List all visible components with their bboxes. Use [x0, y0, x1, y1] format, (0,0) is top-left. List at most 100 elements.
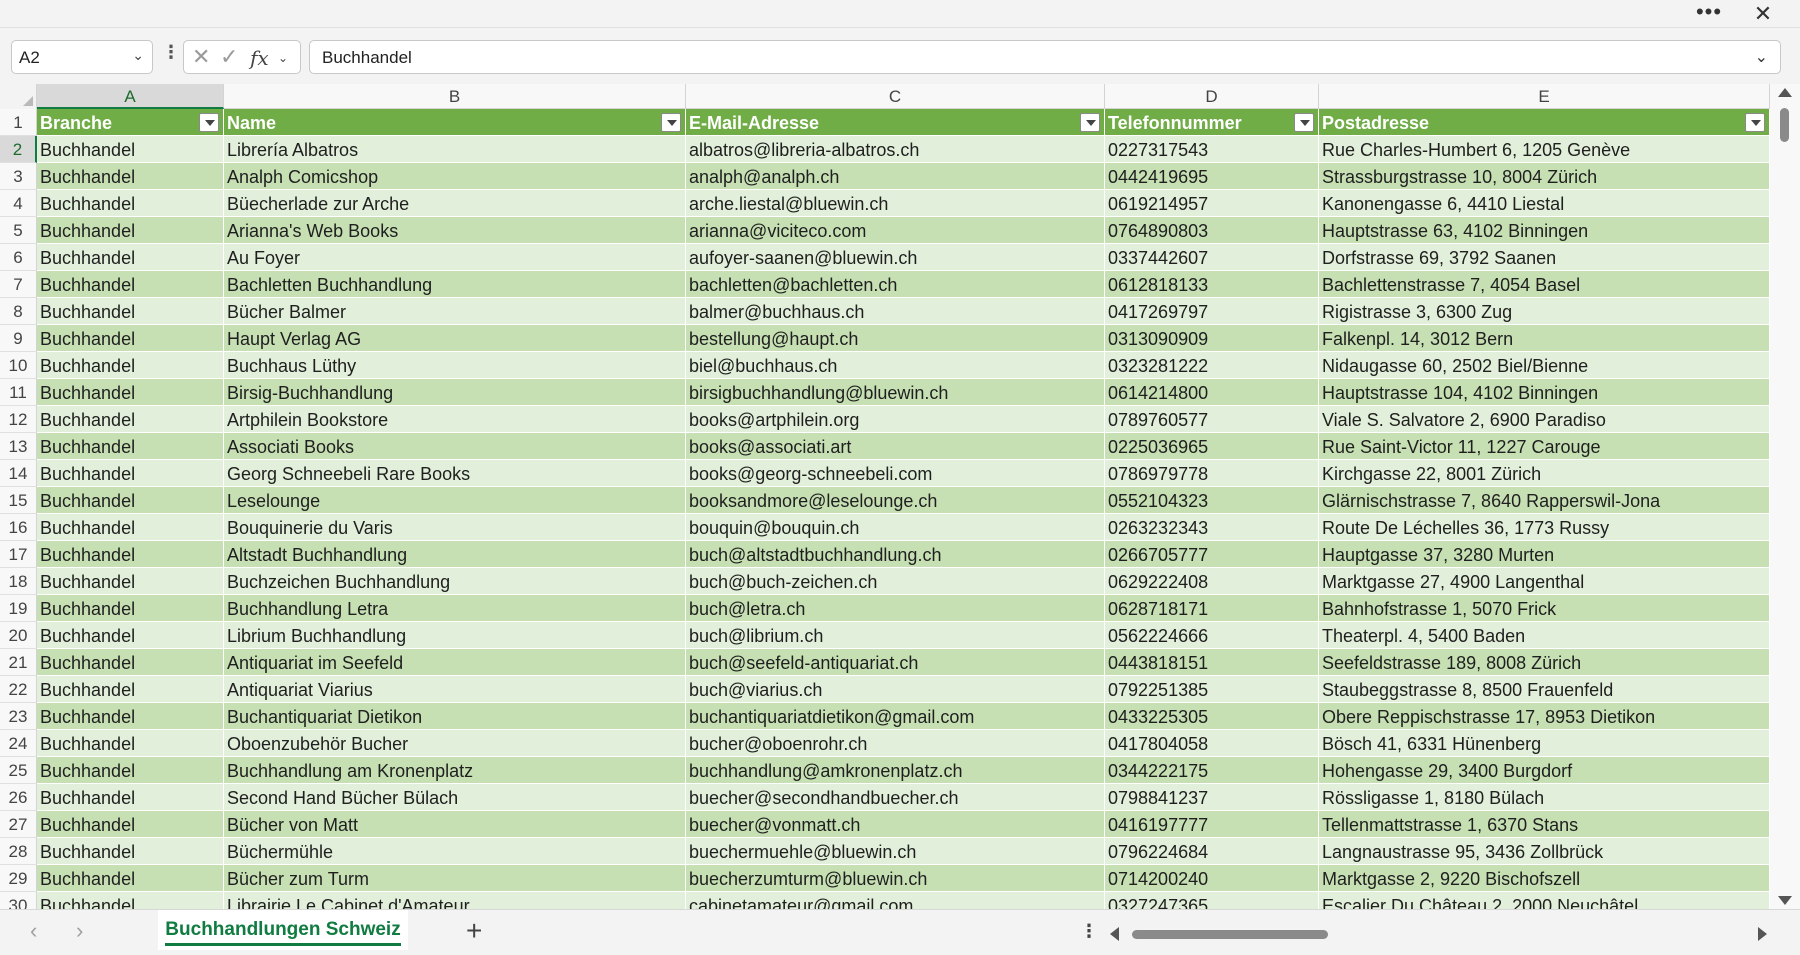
table-cell[interactable]: Rigistrasse 3, 6300 Zug [1319, 298, 1770, 325]
table-cell[interactable]: Second Hand Bücher Bülach [224, 784, 686, 811]
table-cell[interactable]: Buchhandel [37, 514, 224, 541]
table-cell[interactable]: 0337442607 [1105, 244, 1319, 271]
row-header[interactable]: 30 [0, 892, 37, 909]
header-cell[interactable]: E-Mail-Adresse [686, 109, 1105, 136]
table-cell[interactable]: Büecherlade zur Arche [224, 190, 686, 217]
table-cell[interactable]: Buchhaus Lüthy [224, 352, 686, 379]
table-cell[interactable]: Hauptstrasse 63, 4102 Binningen [1319, 217, 1770, 244]
table-cell[interactable]: buchhandlung@amkronenplatz.ch [686, 757, 1105, 784]
row-header[interactable]: 11 [0, 379, 37, 406]
table-cell[interactable]: Bouquinerie du Varis [224, 514, 686, 541]
table-cell[interactable]: Buchhandel [37, 190, 224, 217]
table-cell[interactable]: aufoyer-saanen@bluewin.ch [686, 244, 1105, 271]
table-cell[interactable]: Buchzeichen Buchhandlung [224, 568, 686, 595]
expand-formula-icon[interactable]: ⌄ [1755, 47, 1768, 67]
prev-sheet-icon[interactable]: ‹ [30, 918, 37, 944]
table-cell[interactable]: buecher@secondhandbuecher.ch [686, 784, 1105, 811]
chevron-down-icon[interactable]: ⌄ [278, 51, 288, 65]
table-cell[interactable]: Hauptstrasse 104, 4102 Binningen [1319, 379, 1770, 406]
scroll-right-icon[interactable] [1758, 927, 1767, 941]
table-cell[interactable]: Bösch 41, 6331 Hünenberg [1319, 730, 1770, 757]
table-cell[interactable]: arche.liestal@bluewin.ch [686, 190, 1105, 217]
table-cell[interactable]: Buchantiquariat Dietikon [224, 703, 686, 730]
filter-dropdown-icon[interactable] [199, 113, 219, 132]
header-cell[interactable]: Branche [37, 109, 224, 136]
table-cell[interactable]: 0629222408 [1105, 568, 1319, 595]
table-cell[interactable]: Buchhandel [37, 271, 224, 298]
more-options-icon[interactable]: ••• [1692, 0, 1726, 28]
table-cell[interactable]: Obere Reppischstrasse 17, 8953 Dietikon [1319, 703, 1770, 730]
table-cell[interactable]: 0266705777 [1105, 541, 1319, 568]
table-cell[interactable]: Buchhandel [37, 217, 224, 244]
vertical-scrollbar[interactable] [1770, 84, 1800, 909]
table-cell[interactable]: Buchhandel [37, 676, 224, 703]
row-header[interactable]: 6 [0, 244, 37, 271]
row-header[interactable]: 17 [0, 541, 37, 568]
filter-dropdown-icon[interactable] [1080, 113, 1100, 132]
table-cell[interactable]: Buchhandel [37, 811, 224, 838]
table-cell[interactable]: Birsig-Buchhandlung [224, 379, 686, 406]
table-cell[interactable]: Buchhandel [37, 838, 224, 865]
sheet-tab-label[interactable]: Buchhandlungen Schweiz [165, 919, 401, 946]
table-cell[interactable]: albatros@libreria-albatros.ch [686, 136, 1105, 163]
header-cell[interactable]: Telefonnummer [1105, 109, 1319, 136]
table-cell[interactable]: Theaterpl. 4, 5400 Baden [1319, 622, 1770, 649]
table-cell[interactable]: Haupt Verlag AG [224, 325, 686, 352]
table-cell[interactable]: 0764890803 [1105, 217, 1319, 244]
table-cell[interactable]: 0714200240 [1105, 865, 1319, 892]
table-cell[interactable]: Librairie Le Cabinet d'Amateur [224, 892, 686, 909]
name-box-value[interactable]: A2 [19, 48, 40, 68]
insert-function-icon[interactable]: fx [250, 46, 269, 70]
table-cell[interactable]: Buchhandel [37, 298, 224, 325]
table-cell[interactable]: Buchhandel [37, 892, 224, 909]
table-cell[interactable]: 0443818151 [1105, 649, 1319, 676]
table-cell[interactable]: biel@buchhaus.ch [686, 352, 1105, 379]
table-cell[interactable]: Tellenmattstrasse 1, 6370 Stans [1319, 811, 1770, 838]
table-cell[interactable]: 0552104323 [1105, 487, 1319, 514]
table-cell[interactable]: Bahnhofstrasse 1, 5070 Frick [1319, 595, 1770, 622]
table-cell[interactable]: buch@letra.ch [686, 595, 1105, 622]
table-cell[interactable]: Büchermühle [224, 838, 686, 865]
table-cell[interactable]: Bachlettenstrasse 7, 4054 Basel [1319, 271, 1770, 298]
table-cell[interactable]: 0619214957 [1105, 190, 1319, 217]
table-cell[interactable]: buch@viarius.ch [686, 676, 1105, 703]
table-cell[interactable]: Buchhandel [37, 244, 224, 271]
table-cell[interactable]: Buchhandel [37, 136, 224, 163]
row-header[interactable]: 20 [0, 622, 37, 649]
table-cell[interactable]: Buchhandel [37, 163, 224, 190]
table-cell[interactable]: Bachletten Buchhandlung [224, 271, 686, 298]
table-cell[interactable]: Rue Charles-Humbert 6, 1205 Genève [1319, 136, 1770, 163]
scroll-up-icon[interactable] [1778, 88, 1792, 97]
table-cell[interactable]: buch@librium.ch [686, 622, 1105, 649]
table-cell[interactable]: Rue Saint-Victor 11, 1227 Carouge [1319, 433, 1770, 460]
table-cell[interactable]: 0796224684 [1105, 838, 1319, 865]
table-cell[interactable]: 0562224666 [1105, 622, 1319, 649]
row-header[interactable]: 27 [0, 811, 37, 838]
table-cell[interactable]: booksandmore@leselounge.ch [686, 487, 1105, 514]
table-cell[interactable]: Buchhandel [37, 460, 224, 487]
sheet-tab-active[interactable]: Buchhandlungen Schweiz [158, 910, 408, 950]
table-cell[interactable]: 0792251385 [1105, 676, 1319, 703]
filter-dropdown-icon[interactable] [1745, 113, 1765, 132]
table-cell[interactable]: 0614214800 [1105, 379, 1319, 406]
table-cell[interactable]: buch@altstadtbuchhandlung.ch [686, 541, 1105, 568]
scroll-left-icon[interactable] [1110, 927, 1119, 941]
table-cell[interactable]: 0263232343 [1105, 514, 1319, 541]
table-cell[interactable]: Hohengasse 29, 3400 Burgdorf [1319, 757, 1770, 784]
row-header[interactable]: 10 [0, 352, 37, 379]
formula-input[interactable]: Buchhandel ⌄ [309, 40, 1781, 74]
row-header[interactable]: 3 [0, 163, 37, 190]
add-sheet-button[interactable]: + [466, 915, 482, 947]
table-cell[interactable]: Leselounge [224, 487, 686, 514]
row-header[interactable]: 7 [0, 271, 37, 298]
row-header[interactable]: 14 [0, 460, 37, 487]
vertical-dots-icon[interactable]: ⋮ [1080, 921, 1098, 942]
table-cell[interactable]: Altstadt Buchhandlung [224, 541, 686, 568]
table-cell[interactable]: books@associati.art [686, 433, 1105, 460]
column-header-e[interactable]: E [1319, 84, 1770, 109]
row-header[interactable]: 4 [0, 190, 37, 217]
table-cell[interactable]: 0417269797 [1105, 298, 1319, 325]
table-cell[interactable]: Viale S. Salvatore 2, 6900 Paradiso [1319, 406, 1770, 433]
table-cell[interactable]: Librium Buchhandlung [224, 622, 686, 649]
table-cell[interactable]: Buchhandel [37, 406, 224, 433]
